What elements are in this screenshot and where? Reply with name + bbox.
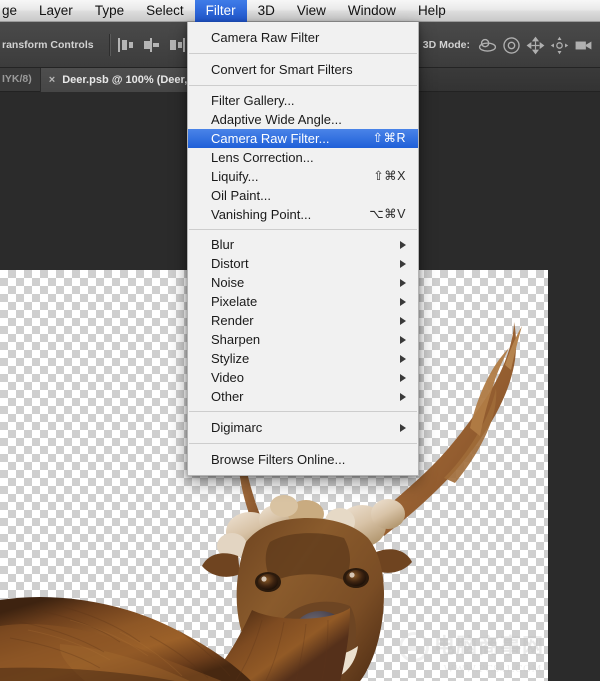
3d-pan-icon[interactable] xyxy=(526,36,545,55)
menu-item-label: Camera Raw Filter... xyxy=(211,129,329,148)
menubar-item-window[interactable]: Window xyxy=(337,0,407,22)
menu-item-label: Camera Raw Filter xyxy=(211,27,319,48)
menu-item-label: Video xyxy=(211,368,244,387)
menubar-item-image[interactable]: ge xyxy=(0,0,28,22)
menu-item-label: Filter Gallery... xyxy=(211,91,295,110)
menu-item-lens-correction[interactable]: Lens Correction... xyxy=(188,148,418,167)
menubar-item-filter[interactable]: Filter xyxy=(195,0,247,22)
photoshop-window: 电脑商事网 WWW.PC841.COM ransform Controls xyxy=(0,0,600,681)
menu-item-shortcut: ⌥⌘V xyxy=(355,205,406,224)
menu-item-sharpen[interactable]: Sharpen xyxy=(188,330,418,349)
menu-separator xyxy=(189,411,417,412)
submenu-arrow-icon xyxy=(400,336,406,344)
menu-item-camera-raw-filter-dialog[interactable]: Camera Raw Filter... ⇧⌘R xyxy=(188,129,418,148)
close-icon[interactable]: × xyxy=(49,74,55,86)
submenu-arrow-icon xyxy=(400,279,406,287)
submenu-arrow-icon xyxy=(400,298,406,306)
menu-separator xyxy=(189,443,417,444)
3d-camera-icon[interactable] xyxy=(574,36,593,55)
menu-item-browse-filters-online[interactable]: Browse Filters Online... xyxy=(188,449,418,470)
menu-item-label: Render xyxy=(211,311,254,330)
submenu-arrow-icon xyxy=(400,260,406,268)
menu-item-shortcut: ⇧⌘R xyxy=(358,129,406,148)
align-right-edges-icon[interactable] xyxy=(170,38,185,52)
menu-separator xyxy=(189,53,417,54)
submenu-arrow-icon xyxy=(400,317,406,325)
align-horizontal-centers-icon[interactable] xyxy=(144,38,159,52)
menu-item-stylize[interactable]: Stylize xyxy=(188,349,418,368)
menu-item-label: Oil Paint... xyxy=(211,186,271,205)
menu-item-convert-for-smart-filters[interactable]: Convert for Smart Filters xyxy=(188,59,418,80)
document-tab-deer[interactable]: × Deer.psb @ 100% (Deer, xyxy=(40,68,199,92)
menu-item-filter-gallery[interactable]: Filter Gallery... xyxy=(188,91,418,110)
submenu-arrow-icon xyxy=(400,393,406,401)
menu-item-label: Digimarc xyxy=(211,417,262,438)
filter-dropdown-menu[interactable]: Camera Raw Filter Convert for Smart Filt… xyxy=(187,22,419,476)
previous-document-tab[interactable]: IYK/8) xyxy=(0,68,40,91)
options-bar-right: 3D Mode: xyxy=(407,22,600,68)
menubar-item-view[interactable]: View xyxy=(286,0,337,22)
menu-item-digimarc[interactable]: Digimarc xyxy=(188,417,418,438)
submenu-arrow-icon xyxy=(400,355,406,363)
menu-item-other[interactable]: Other xyxy=(188,387,418,406)
toolbar-divider xyxy=(109,34,111,56)
menu-item-label: Adaptive Wide Angle... xyxy=(211,110,342,129)
menu-item-label: Browse Filters Online... xyxy=(211,449,345,470)
menu-item-label: Other xyxy=(211,387,244,406)
menu-item-adaptive-wide-angle[interactable]: Adaptive Wide Angle... xyxy=(188,110,418,129)
menu-bar: ge Layer Type Select Filter 3D View Wind… xyxy=(0,0,600,22)
menu-item-label: Distort xyxy=(211,254,249,273)
menu-item-render[interactable]: Render xyxy=(188,311,418,330)
menu-item-shortcut: ⇧⌘X xyxy=(359,167,406,186)
menubar-item-type[interactable]: Type xyxy=(84,0,135,22)
menu-item-oil-paint[interactable]: Oil Paint... xyxy=(188,186,418,205)
menu-item-blur[interactable]: Blur xyxy=(188,235,418,254)
menu-separator xyxy=(189,85,417,86)
menu-item-video[interactable]: Video xyxy=(188,368,418,387)
menu-item-label: Liquify... xyxy=(211,167,258,186)
menu-item-noise[interactable]: Noise xyxy=(188,273,418,292)
menu-item-label: Noise xyxy=(211,273,244,292)
menu-item-label: Vanishing Point... xyxy=(211,205,311,224)
menu-item-label: Lens Correction... xyxy=(211,148,314,167)
menu-item-label: Sharpen xyxy=(211,330,260,349)
menu-item-label: Convert for Smart Filters xyxy=(211,59,353,80)
menu-separator xyxy=(189,229,417,230)
menubar-item-select[interactable]: Select xyxy=(135,0,195,22)
3d-mode-label: 3D Mode: xyxy=(423,39,470,51)
3d-orbit-icon[interactable] xyxy=(478,36,497,55)
menu-item-liquify[interactable]: Liquify... ⇧⌘X xyxy=(188,167,418,186)
submenu-arrow-icon xyxy=(400,374,406,382)
align-left-edges-icon[interactable] xyxy=(118,38,133,52)
3d-slide-icon[interactable] xyxy=(550,36,569,55)
menu-item-label: Blur xyxy=(211,235,234,254)
menubar-item-3d[interactable]: 3D xyxy=(247,0,286,22)
menu-item-vanishing-point[interactable]: Vanishing Point... ⌥⌘V xyxy=(188,205,418,224)
options-bar-left: ransform Controls xyxy=(0,22,211,68)
menu-item-label: Pixelate xyxy=(211,292,257,311)
menu-item-label: Stylize xyxy=(211,349,249,368)
menu-item-pixelate[interactable]: Pixelate xyxy=(188,292,418,311)
3d-roll-icon[interactable] xyxy=(502,36,521,55)
menubar-item-layer[interactable]: Layer xyxy=(28,0,84,22)
menu-item-distort[interactable]: Distort xyxy=(188,254,418,273)
document-tab-label: Deer.psb @ 100% (Deer, xyxy=(62,74,187,86)
submenu-arrow-icon xyxy=(400,424,406,432)
show-transform-controls-label: ransform Controls xyxy=(0,39,102,51)
submenu-arrow-icon xyxy=(400,241,406,249)
menubar-item-help[interactable]: Help xyxy=(407,0,457,22)
menu-item-camera-raw-filter[interactable]: Camera Raw Filter xyxy=(188,27,418,48)
